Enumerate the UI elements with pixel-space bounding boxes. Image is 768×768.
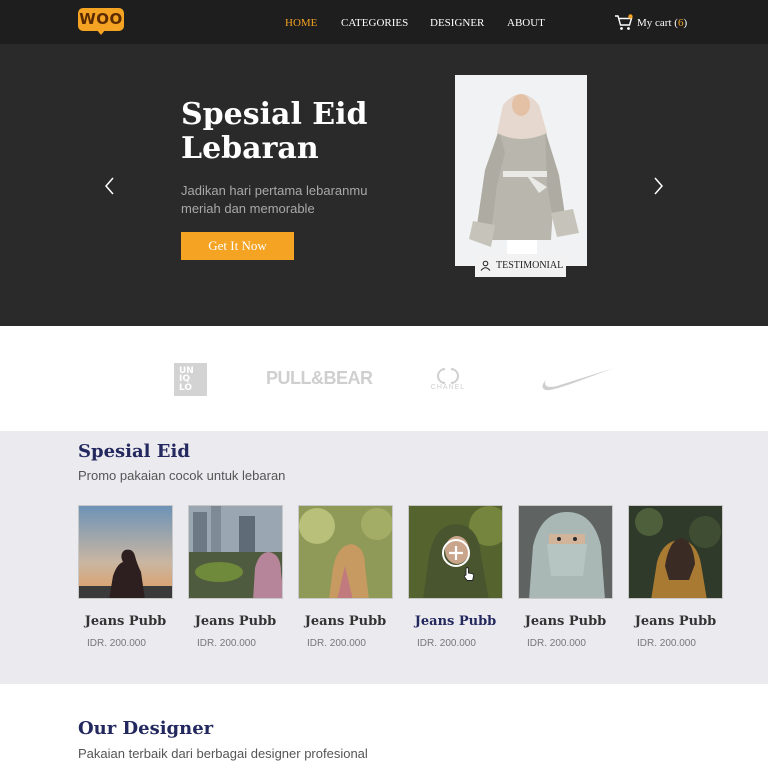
product-image bbox=[518, 505, 613, 599]
logo-text: WOO bbox=[79, 10, 123, 28]
nike-swoosh-logo bbox=[542, 368, 614, 391]
user-icon bbox=[480, 260, 491, 271]
hero-subtitle: Jadikan hari pertama lebaranmu meriah da… bbox=[181, 183, 368, 216]
product-image bbox=[628, 505, 723, 599]
product-name: Jeans Pubb bbox=[414, 614, 497, 629]
nav-home[interactable]: HOME bbox=[285, 17, 317, 29]
navbar: WOO HOME CATEGORIES DESIGNER ABOUT My ca… bbox=[0, 0, 768, 44]
product-name: Jeans Pubb bbox=[634, 614, 717, 629]
product-price: IDR. 200.000 bbox=[637, 638, 696, 649]
nav-categories[interactable]: CATEGORIES bbox=[341, 17, 408, 29]
nav-designer[interactable]: DESIGNER bbox=[430, 17, 484, 29]
get-it-now-button[interactable]: Get It Now bbox=[181, 232, 294, 260]
pullbear-logo: PULL&BEAR bbox=[266, 368, 373, 388]
chanel-wordmark: CHANEL bbox=[430, 384, 466, 391]
product-card[interactable]: Jeans Pubb IDR. 200.000 bbox=[188, 505, 283, 655]
chevron-left-icon[interactable] bbox=[100, 174, 120, 198]
product-name: Jeans Pubb bbox=[194, 614, 277, 629]
testimonial-label: TESTIMONIAL bbox=[496, 260, 564, 271]
product-price: IDR. 200.000 bbox=[417, 638, 476, 649]
designer-subtitle: Pakaian terbaik dari berbagai designer p… bbox=[78, 746, 368, 761]
designer-title: Our Designer bbox=[78, 718, 214, 739]
product-name: Jeans Pubb bbox=[524, 614, 607, 629]
add-to-cart-icon[interactable] bbox=[441, 538, 471, 568]
cart-icon bbox=[615, 14, 633, 30]
hand-cursor-icon bbox=[463, 567, 475, 581]
product-price: IDR. 200.000 bbox=[307, 638, 366, 649]
product-image bbox=[298, 505, 393, 599]
uniqlo-logo: UN IQ LO bbox=[174, 363, 207, 396]
product-card[interactable]: Jeans Pubb IDR. 200.000 bbox=[298, 505, 393, 655]
cart-label: My cart bbox=[637, 17, 672, 29]
product-card[interactable]: Jeans Pubb IDR. 200.000 bbox=[78, 505, 173, 655]
spesial-eid-section: Spesial Eid Promo pakaian cocok untuk le… bbox=[0, 431, 768, 684]
product-image bbox=[188, 505, 283, 599]
spesial-title: Spesial Eid bbox=[78, 441, 190, 462]
brand-strip: UN IQ LO PULL&BEAR CHANEL bbox=[0, 326, 768, 431]
product-price: IDR. 200.000 bbox=[87, 638, 146, 649]
product-card[interactable]: Jeans Pubb IDR. 200.000 bbox=[408, 505, 503, 655]
hero-product-image bbox=[455, 75, 587, 266]
product-card[interactable]: Jeans Pubb IDR. 200.000 bbox=[518, 505, 613, 655]
product-name: Jeans Pubb bbox=[304, 614, 387, 629]
our-designer-section: Our Designer Pakaian terbaik dari berbag… bbox=[0, 684, 768, 768]
product-name: Jeans Pubb bbox=[84, 614, 167, 629]
nav-about[interactable]: ABOUT bbox=[507, 17, 545, 29]
testimonial-badge[interactable]: TESTIMONIAL bbox=[475, 254, 566, 277]
hero-banner: Spesial Eid Lebaran Jadikan hari pertama… bbox=[0, 44, 768, 326]
product-price: IDR. 200.000 bbox=[527, 638, 586, 649]
chevron-right-icon[interactable] bbox=[648, 174, 668, 198]
logo[interactable]: WOO bbox=[78, 8, 124, 35]
product-image bbox=[78, 505, 173, 599]
product-card[interactable]: Jeans Pubb IDR. 200.000 bbox=[628, 505, 723, 655]
spesial-subtitle: Promo pakaian cocok untuk lebaran bbox=[78, 468, 286, 483]
hero-title: Spesial Eid Lebaran bbox=[181, 97, 368, 166]
product-price: IDR. 200.000 bbox=[197, 638, 256, 649]
